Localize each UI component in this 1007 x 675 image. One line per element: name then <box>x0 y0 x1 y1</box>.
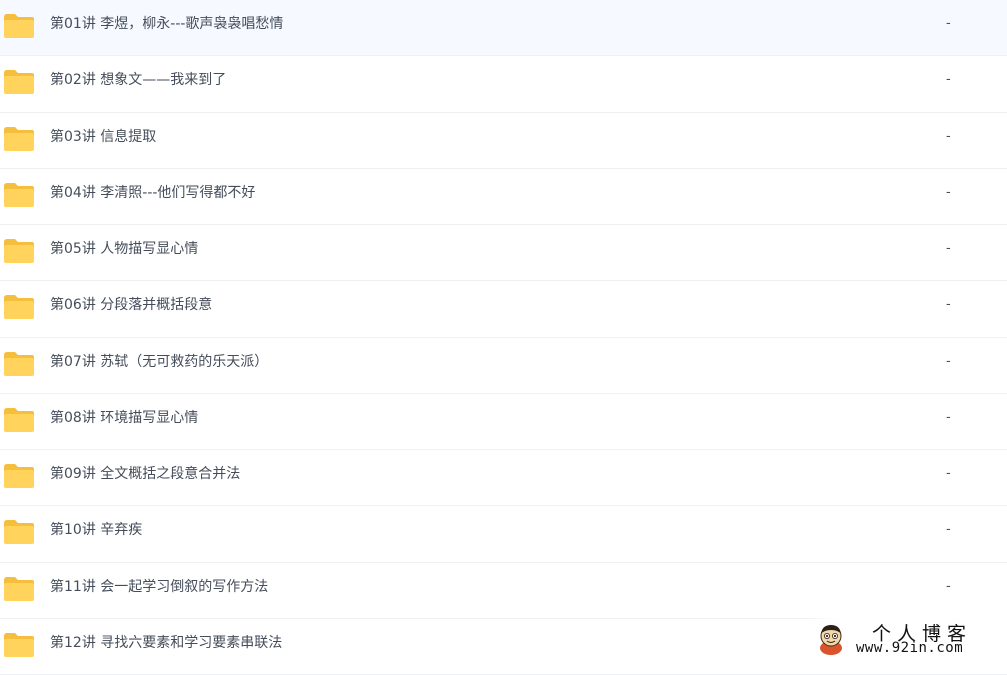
folder-icon <box>3 13 35 39</box>
folder-row[interactable]: 第02讲 想象文——我来到了 - <box>0 56 1007 113</box>
folder-size: - <box>946 522 951 538</box>
folder-size: - <box>946 578 951 594</box>
folder-icon <box>3 632 35 658</box>
folder-icon <box>3 351 35 377</box>
folder-icon <box>3 576 35 602</box>
folder-icon <box>3 238 35 264</box>
folder-icon <box>3 463 35 489</box>
folder-row[interactable]: 第09讲 全文概括之段意合并法 - <box>0 450 1007 507</box>
folder-row[interactable]: 第04讲 李清照---他们写得都不好 - <box>0 169 1007 225</box>
folder-name[interactable]: 第09讲 全文概括之段意合并法 <box>50 450 240 498</box>
folder-icon <box>3 294 35 320</box>
folder-row[interactable]: 第10讲 辛弃疾 - <box>0 506 1007 563</box>
folder-row[interactable]: 第11讲 会一起学习倒叙的写作方法 - <box>0 563 1007 619</box>
folder-size: - <box>946 72 951 88</box>
cartoon-avatar-logo <box>816 622 846 656</box>
watermark-url: www.92in.com <box>856 640 964 656</box>
folder-size: - <box>946 184 951 200</box>
folder-name[interactable]: 第08讲 环境描写显心情 <box>50 394 198 442</box>
folder-name[interactable]: 第01讲 李煜，柳永---歌声袅袅唱愁情 <box>50 0 283 48</box>
folder-icon <box>3 69 35 95</box>
folder-row[interactable]: 第06讲 分段落并概括段意 - <box>0 281 1007 338</box>
folder-name[interactable]: 第10讲 辛弃疾 <box>50 506 142 554</box>
folder-name[interactable]: 第02讲 想象文——我来到了 <box>50 56 226 104</box>
folder-row[interactable]: 第05讲 人物描写显心情 - <box>0 225 1007 282</box>
folder-icon <box>3 519 35 545</box>
folder-row[interactable]: 第07讲 苏轼（无可救药的乐天派） - <box>0 338 1007 394</box>
folder-row[interactable]: 第08讲 环境描写显心情 - <box>0 394 1007 450</box>
folder-size: - <box>946 353 951 369</box>
folder-name[interactable]: 第11讲 会一起学习倒叙的写作方法 <box>50 563 268 611</box>
folder-size: - <box>946 16 951 31</box>
folder-name[interactable]: 第07讲 苏轼（无可救药的乐天派） <box>50 338 268 386</box>
folder-size: - <box>946 128 951 144</box>
folder-name[interactable]: 第05讲 人物描写显心情 <box>50 225 198 273</box>
folder-size: - <box>946 409 951 425</box>
folder-size: - <box>946 297 951 313</box>
folder-icon <box>3 126 35 152</box>
site-watermark: 个人博客 www.92in.com <box>810 618 1007 660</box>
folder-name[interactable]: 第03讲 信息提取 <box>50 113 156 161</box>
folder-name[interactable]: 第04讲 李清照---他们写得都不好 <box>50 169 255 217</box>
file-list: 第01讲 李煜，柳永---歌声袅袅唱愁情 - 第02讲 想象文——我来到了 - … <box>0 0 1007 675</box>
folder-icon <box>3 182 35 208</box>
folder-name[interactable]: 第06讲 分段落并概括段意 <box>50 281 212 329</box>
folder-icon <box>3 407 35 433</box>
folder-size: - <box>946 466 951 481</box>
folder-size: - <box>946 241 951 256</box>
folder-row[interactable]: 第03讲 信息提取 - <box>0 113 1007 169</box>
folder-row[interactable]: 第01讲 李煜，柳永---歌声袅袅唱愁情 - <box>0 0 1007 57</box>
